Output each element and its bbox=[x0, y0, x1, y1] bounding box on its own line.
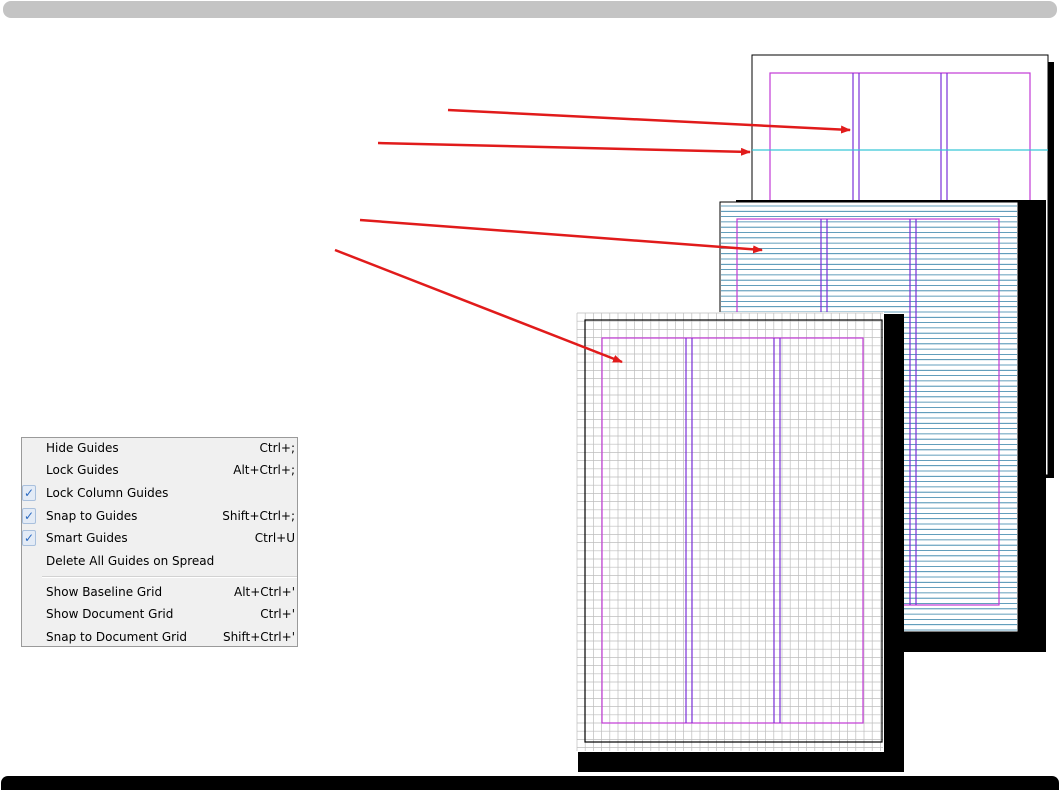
menu-item-show-baseline-grid[interactable]: Show Baseline Grid Alt+Ctrl+' bbox=[22, 582, 297, 602]
menu-item-lock-guides[interactable]: Lock Guides Alt+Ctrl+; bbox=[22, 460, 297, 480]
checkmark-icon: ✓ bbox=[22, 530, 36, 546]
menu-item-label: Smart Guides bbox=[46, 531, 128, 545]
menu-item-label: Snap to Guides bbox=[46, 509, 138, 523]
menu-separator bbox=[42, 576, 297, 578]
menu-item-label: Snap to Document Grid bbox=[46, 630, 188, 644]
menu-item-delete-all-guides[interactable]: Delete All Guides on Spread bbox=[22, 551, 297, 571]
menu-item-snap-to-guides[interactable]: ✓ Snap to Guides Shift+Ctrl+; bbox=[22, 506, 297, 526]
page-with-document-grid bbox=[576, 312, 904, 772]
arrow-to-document-grid bbox=[334, 248, 623, 364]
menu-item-label: Lock Guides bbox=[46, 463, 119, 477]
menu-item-shortcut: Ctrl+; bbox=[259, 441, 295, 455]
menu-item-shortcut: Ctrl+U bbox=[254, 531, 295, 545]
menu-item-shortcut: Shift+Ctrl+; bbox=[222, 509, 295, 523]
menu-item-label: Lock Column Guides bbox=[46, 486, 169, 500]
menu-item-smart-guides[interactable]: ✓ Smart Guides Ctrl+U bbox=[22, 528, 297, 548]
menu-item-hide-guides[interactable]: Hide Guides Ctrl+; bbox=[22, 438, 297, 458]
menu-item-label: Show Baseline Grid bbox=[46, 585, 163, 599]
checkmark-icon: ✓ bbox=[22, 508, 36, 524]
menu-item-shortcut: Ctrl+' bbox=[260, 607, 295, 621]
menu-item-shortcut: Alt+Ctrl+' bbox=[233, 585, 295, 599]
arrow-to-baseline-grid bbox=[359, 218, 763, 254]
page-illustrations bbox=[334, 54, 1054, 772]
pasteboard bbox=[576, 312, 884, 752]
menu-item-show-document-grid[interactable]: Show Document Grid Ctrl+' bbox=[22, 604, 297, 624]
menu-item-lock-column-guides[interactable]: ✓ Lock Column Guides bbox=[22, 483, 297, 503]
menu-item-snap-to-document-grid[interactable]: Snap to Document Grid Shift+Ctrl+' bbox=[22, 627, 297, 647]
menu-item-label: Hide Guides bbox=[46, 441, 119, 455]
checkmark-icon: ✓ bbox=[22, 485, 36, 501]
guides-grids-menu: Hide Guides Ctrl+; Lock Guides Alt+Ctrl+… bbox=[21, 437, 298, 647]
menu-item-shortcut: Alt+Ctrl+; bbox=[233, 463, 295, 477]
menu-item-label: Delete All Guides on Spread bbox=[46, 554, 215, 568]
arrow-to-ruler-guide bbox=[377, 141, 751, 156]
menu-item-shortcut: Shift+Ctrl+' bbox=[222, 630, 295, 644]
slide-footer-bar bbox=[1, 776, 1059, 790]
menu-item-label: Show Document Grid bbox=[46, 607, 174, 621]
